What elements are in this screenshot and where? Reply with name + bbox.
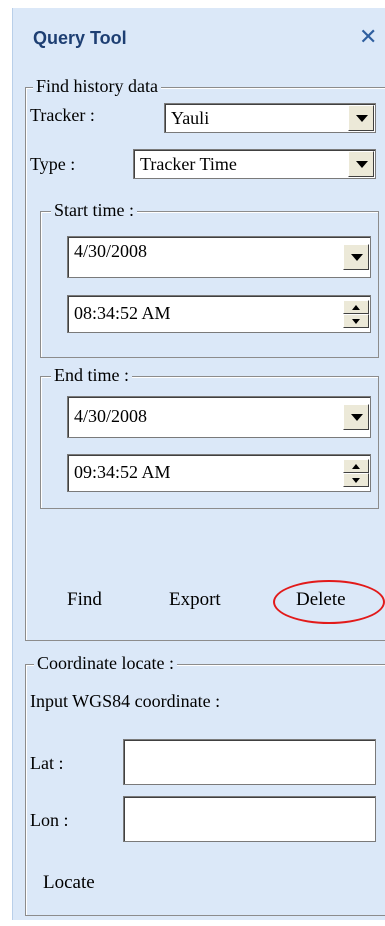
locate-button[interactable]: Locate (43, 871, 95, 895)
start-time-label: Start time : (51, 200, 137, 220)
tracker-value: Yauli (171, 108, 210, 128)
start-time-group (40, 211, 379, 358)
end-time-label: End time : (51, 365, 132, 385)
lat-label: Lat : (30, 753, 64, 773)
query-tool-panel: Query Tool ✕ Find history data Tracker :… (12, 8, 385, 920)
arrow-down-icon (352, 478, 360, 483)
spin-down-button[interactable] (343, 314, 369, 328)
arrow-up-icon (352, 305, 360, 310)
end-date-dropdown-button[interactable] (343, 404, 369, 430)
spin-up-button[interactable] (343, 300, 369, 314)
start-time-spinner[interactable]: 08:34:52 AM (67, 295, 371, 333)
panel-title: Query Tool (33, 28, 127, 48)
arrow-up-icon (352, 464, 360, 469)
tracker-select[interactable]: Yauli (164, 103, 376, 133)
start-time-spin-buttons[interactable] (343, 300, 369, 328)
start-date-picker[interactable]: 4/30/2008 (67, 236, 371, 278)
type-label: Type : (30, 154, 76, 174)
type-value: Tracker Time (140, 154, 237, 174)
spin-up-button[interactable] (343, 459, 369, 473)
chevron-down-icon (356, 115, 368, 122)
lon-input[interactable] (123, 796, 376, 842)
type-dropdown-button[interactable] (348, 151, 374, 177)
find-button[interactable]: Find (67, 588, 102, 612)
arrow-down-icon (352, 319, 360, 324)
end-time-spinner[interactable]: 09:34:52 AM (67, 454, 371, 492)
coordinate-group-label: Coordinate locate : (34, 653, 177, 673)
start-date-dropdown-button[interactable] (343, 244, 369, 270)
chevron-down-icon (351, 254, 363, 261)
start-date-value: 4/30/2008 (74, 241, 148, 261)
lon-label: Lon : (30, 810, 69, 830)
export-button[interactable]: Export (169, 588, 221, 612)
end-date-value: 4/30/2008 (74, 406, 148, 426)
close-icon[interactable]: ✕ (359, 24, 377, 50)
lat-input[interactable] (123, 739, 376, 785)
tracker-dropdown-button[interactable] (348, 105, 374, 131)
end-date-picker[interactable]: 4/30/2008 (67, 396, 371, 438)
title-bar: Query Tool ✕ (13, 8, 385, 70)
chevron-down-icon (356, 161, 368, 168)
end-time-value: 09:34:52 AM (74, 462, 171, 482)
chevron-down-icon (351, 414, 363, 421)
type-select[interactable]: Tracker Time (133, 149, 376, 179)
delete-highlight-ellipse (273, 580, 385, 624)
start-time-value: 08:34:52 AM (74, 303, 171, 323)
history-group-label: Find history data (33, 76, 161, 96)
spin-down-button[interactable] (343, 473, 369, 487)
coordinate-instruction: Input WGS84 coordinate : (30, 691, 221, 711)
tracker-label: Tracker : (30, 105, 95, 125)
end-time-spin-buttons[interactable] (343, 459, 369, 487)
